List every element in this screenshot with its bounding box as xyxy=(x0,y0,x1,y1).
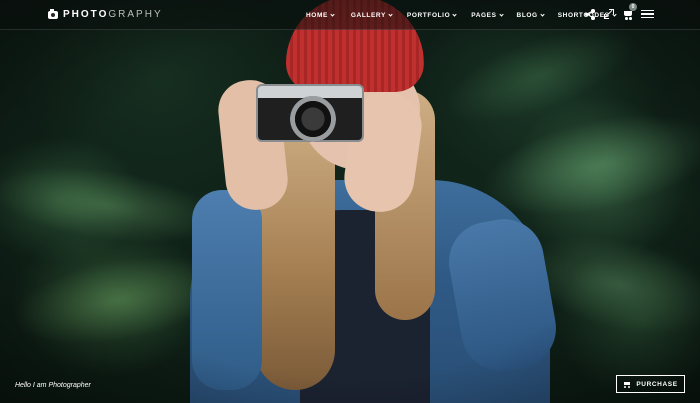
logo-text: PHOTOGRAPHY xyxy=(63,9,163,20)
hero-image xyxy=(0,0,700,403)
vignette-overlay xyxy=(0,0,700,403)
header-tools: 0 xyxy=(584,3,654,20)
nav-item-home[interactable]: HOME xyxy=(306,11,335,19)
nav-item-gallery[interactable]: GALLERY xyxy=(351,11,393,19)
site-header: PHOTOGRAPHY HOME GALLERY PORTFOLIO PAGES… xyxy=(0,0,700,30)
chevron-down-icon xyxy=(498,11,504,17)
purchase-label: PURCHASE xyxy=(636,380,678,388)
cart-icon xyxy=(623,381,631,388)
site-logo[interactable]: PHOTOGRAPHY xyxy=(48,8,163,20)
menu-icon[interactable] xyxy=(641,8,654,20)
nav-item-blog[interactable]: BLOG xyxy=(517,11,545,19)
nav-item-portfolio[interactable]: PORTFOLIO xyxy=(407,11,457,19)
share-icon[interactable] xyxy=(584,8,596,20)
purchase-button[interactable]: PURCHASE xyxy=(616,375,685,393)
cart-count-badge: 0 xyxy=(629,3,637,11)
nav-item-pages[interactable]: PAGES xyxy=(471,11,504,19)
chevron-down-icon xyxy=(540,11,545,17)
chevron-down-icon xyxy=(388,11,393,17)
main-nav: HOME GALLERY PORTFOLIO PAGES BLOG SHORTC… xyxy=(306,0,617,30)
chevron-down-icon xyxy=(330,11,335,17)
camera-logo-icon xyxy=(48,8,58,19)
cart-icon[interactable]: 0 xyxy=(622,3,637,20)
fullscreen-icon[interactable] xyxy=(603,8,615,20)
hero-caption: Hello I am Photographer xyxy=(15,382,91,389)
chevron-down-icon xyxy=(452,11,457,17)
